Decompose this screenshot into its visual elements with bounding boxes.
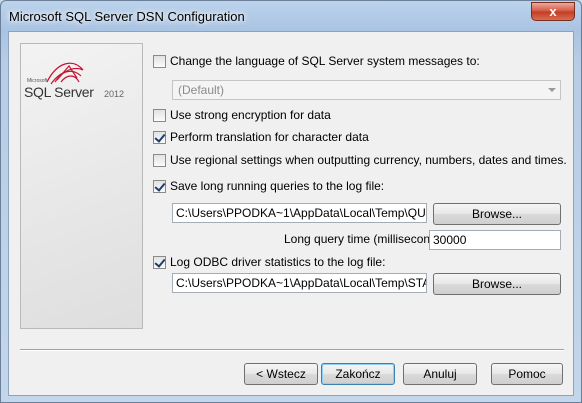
help-button[interactable]: Pomoc bbox=[491, 363, 563, 385]
chevron-down-icon bbox=[548, 88, 556, 92]
driver-stats-path-input[interactable]: C:\Users\PPODKA~1\AppData\Local\Temp\STA… bbox=[172, 273, 427, 293]
regional-settings-option[interactable]: Use regional settings when outputting cu… bbox=[153, 152, 567, 168]
language-select-value: (Default) bbox=[178, 83, 225, 97]
long-queries-checkbox[interactable] bbox=[153, 179, 166, 193]
driver-stats-checkbox[interactable] bbox=[153, 255, 166, 269]
dialog-client-area: Microsoft SQL Server 2012 Change the lan… bbox=[8, 31, 574, 396]
logo-ribbon-icon bbox=[46, 62, 84, 85]
long-queries-label: Save long running queries to the log fil… bbox=[170, 179, 385, 193]
close-icon: x bbox=[549, 4, 557, 19]
driver-stats-option[interactable]: Log ODBC driver statistics to the log fi… bbox=[153, 254, 385, 270]
close-button[interactable]: x bbox=[531, 2, 575, 21]
logo-year-text: 2012 bbox=[104, 89, 125, 99]
driver-stats-browse-button[interactable]: Browse... bbox=[433, 273, 561, 295]
change-language-option[interactable]: Change the language of SQL Server system… bbox=[153, 53, 480, 69]
translation-checkbox[interactable] bbox=[153, 130, 166, 144]
logo-product-text: SQL Server bbox=[24, 84, 94, 100]
strong-encryption-label: Use strong encryption for data bbox=[170, 108, 331, 122]
regional-settings-checkbox[interactable] bbox=[153, 153, 166, 167]
strong-encryption-checkbox[interactable] bbox=[153, 108, 166, 122]
long-queries-option[interactable]: Save long running queries to the log fil… bbox=[153, 178, 384, 194]
long-queries-path-input[interactable]: C:\Users\PPODKA~1\AppData\Local\Temp\QUE… bbox=[172, 203, 427, 223]
long-queries-browse-button[interactable]: Browse... bbox=[433, 203, 561, 225]
query-time-label: Long query time (milliseconds): bbox=[284, 232, 451, 246]
query-time-input[interactable]: 30000 bbox=[429, 230, 561, 250]
change-language-label: Change the language of SQL Server system… bbox=[170, 54, 480, 68]
translation-label: Perform translation for character data bbox=[170, 130, 369, 144]
strong-encryption-option[interactable]: Use strong encryption for data bbox=[153, 107, 331, 123]
language-select[interactable]: (Default) bbox=[172, 80, 561, 100]
wizard-graphic-panel: Microsoft SQL Server 2012 bbox=[20, 43, 143, 329]
window-title: Microsoft SQL Server DSN Configuration bbox=[9, 9, 245, 24]
change-language-checkbox[interactable] bbox=[153, 54, 166, 68]
cancel-button[interactable]: Anuluj bbox=[403, 363, 477, 385]
translation-option[interactable]: Perform translation for character data bbox=[153, 129, 369, 145]
title-bar[interactable]: Microsoft SQL Server DSN Configuration x bbox=[1, 1, 581, 31]
regional-settings-label: Use regional settings when outputting cu… bbox=[170, 153, 567, 167]
finish-button[interactable]: Zakończ bbox=[321, 363, 395, 385]
separator bbox=[20, 349, 564, 351]
driver-stats-label: Log ODBC driver statistics to the log fi… bbox=[170, 255, 386, 269]
dialog-window: Microsoft SQL Server DSN Configuration x… bbox=[0, 0, 582, 403]
back-button[interactable]: < Wstecz bbox=[244, 363, 318, 385]
